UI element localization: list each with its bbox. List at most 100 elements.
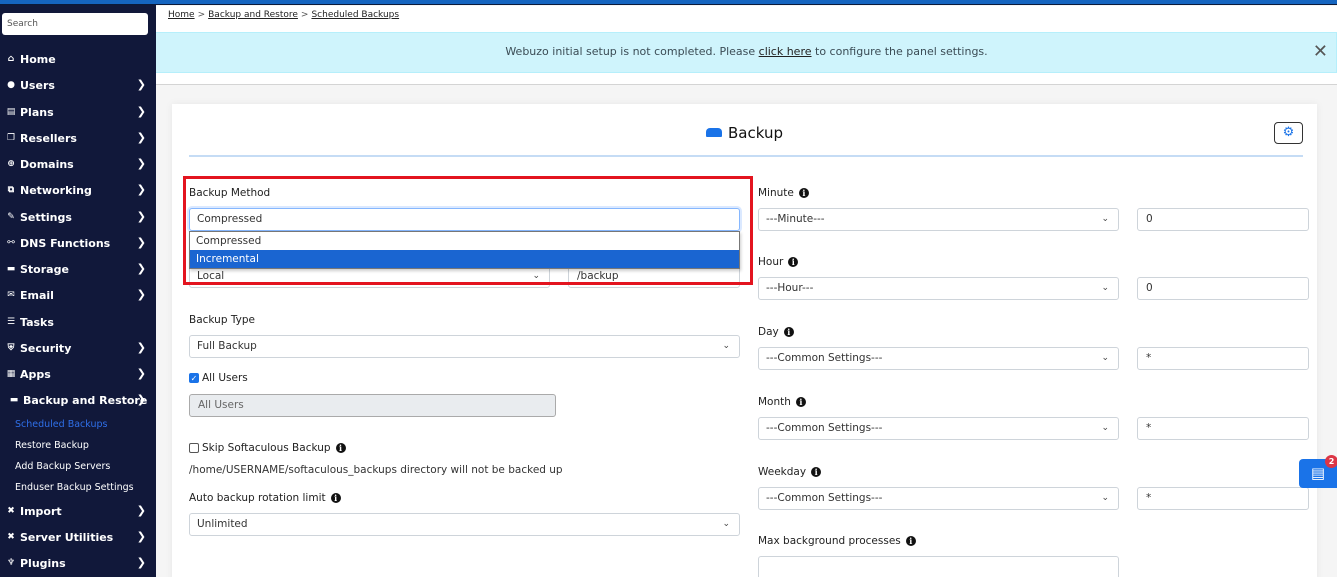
sidebar-item-backup-and-restore[interactable]: ▬ Backup and Restore ❯ — [0, 389, 156, 411]
weekday-input[interactable]: * — [1137, 487, 1309, 510]
day-select[interactable]: ---Common Settings--- ⌄ — [758, 347, 1119, 370]
chevron-right-icon: ❯ — [136, 288, 146, 301]
day-label: Day i — [758, 326, 794, 338]
weekday-label: Weekday i — [758, 466, 822, 478]
backup-method-select[interactable]: Compressed — [189, 208, 740, 231]
chevron-right-icon: ❯ — [136, 78, 146, 91]
sidebar-search-input[interactable] — [2, 13, 148, 35]
sidebar-item-import[interactable]: ✖ Import ❯ — [0, 500, 156, 522]
weekday-text: Weekday — [758, 466, 807, 478]
max-bg-processes-input[interactable] — [758, 556, 1119, 577]
rotation-limit-select[interactable]: Unlimited ⌄ — [189, 513, 740, 536]
breadcrumb-backup-and-restore[interactable]: Backup and Restore — [208, 10, 298, 20]
hour-input[interactable]: 0 — [1137, 277, 1309, 300]
weekday-input-value: * — [1146, 492, 1152, 504]
info-icon[interactable]: i — [795, 397, 806, 407]
sidebar-subitem-enduser-backup-settings[interactable]: Enduser Backup Settings — [15, 482, 134, 493]
info-icon[interactable]: i — [905, 536, 916, 546]
sidebar-subitem-scheduled-backups[interactable]: Scheduled Backups — [15, 419, 107, 430]
breadcrumb-home[interactable]: Home — [168, 10, 195, 20]
close-icon[interactable]: ✕ — [1313, 43, 1328, 61]
day-select-value: ---Common Settings--- — [766, 352, 883, 364]
info-icon[interactable]: i — [788, 257, 799, 267]
dropdown-option-compressed[interactable]: Compressed — [190, 232, 739, 250]
backup-type-label: Backup Type — [189, 314, 255, 326]
minute-input-value: 0 — [1146, 213, 1153, 225]
chevron-down-icon: ⌄ — [722, 519, 730, 529]
spacer-band — [156, 73, 1337, 85]
month-select[interactable]: ---Common Settings--- ⌄ — [758, 417, 1119, 440]
sidebar-item-server-utilities[interactable]: ✖ Server Utilities ❯ — [0, 526, 156, 548]
notification-badge: 2 — [1325, 455, 1337, 468]
info-icon[interactable]: i — [798, 188, 809, 198]
chevron-down-icon: ⌄ — [532, 271, 540, 281]
sidebar-item-security[interactable]: ⛨ Security ❯ — [0, 337, 156, 359]
all-users-field: All Users — [189, 394, 556, 417]
hour-select[interactable]: ---Hour--- ⌄ — [758, 277, 1119, 300]
sidebar-item-plans[interactable]: ▤ Plans ❯ — [0, 101, 156, 123]
sidebar-item-label: Settings — [20, 210, 72, 224]
all-users-field-value: All Users — [198, 399, 244, 411]
sidebar-item-settings[interactable]: ✎ Settings ❯ — [0, 206, 156, 228]
setup-alert: Webuzo initial setup is not completed. P… — [156, 32, 1337, 73]
breadcrumb: Home > Backup and Restore > Scheduled Backup… — [168, 10, 399, 20]
breadcrumb-scheduled-backups[interactable]: Scheduled Backups — [311, 10, 399, 20]
breadcrumb-separator: > — [197, 10, 206, 20]
sidebar-item-label: Backup and Restore — [23, 393, 148, 407]
hour-label: Hour i — [758, 256, 799, 268]
sidebar-item-label: Networking — [20, 183, 92, 197]
sidebar-item-tasks[interactable]: ☰ Tasks — [0, 311, 156, 333]
settings-button[interactable]: ⚙ — [1274, 122, 1303, 144]
hdd-icon: ▬ — [9, 395, 19, 405]
sidebar-item-resellers[interactable]: ❐ Resellers ❯ — [0, 127, 156, 149]
chevron-right-icon: ❯ — [136, 210, 146, 223]
sidebar-item-home[interactable]: ⌂ Home — [0, 48, 156, 70]
backup-type-value: Full Backup — [197, 340, 257, 352]
breadcrumb-bar: Home > Backup and Restore > Scheduled Backup… — [156, 6, 1337, 32]
backup-method-value: Compressed — [197, 213, 263, 225]
info-icon[interactable]: i — [811, 467, 822, 477]
chevron-right-icon: ❯ — [136, 236, 146, 249]
chevron-right-icon: ❯ — [136, 367, 146, 380]
top-accent-bar — [0, 0, 1337, 5]
all-users-checkbox[interactable]: ✓ — [189, 373, 199, 383]
info-icon[interactable]: i — [783, 327, 794, 337]
sidebar-item-label: Apps — [20, 367, 51, 381]
day-input[interactable]: * — [1137, 347, 1309, 370]
weekday-select[interactable]: ---Common Settings--- ⌄ — [758, 487, 1119, 510]
alert-click-here-link[interactable]: click here — [759, 45, 812, 58]
sidebar-subitem-restore-backup[interactable]: Restore Backup — [15, 440, 89, 451]
hour-select-value: ---Hour--- — [766, 282, 814, 294]
backup-method-label: Backup Method — [189, 187, 271, 199]
chevron-right-icon: ❯ — [136, 556, 146, 569]
sidebar: ⌂ Home ● Users ❯ ▤ Plans ❯ ❐ Resellers ❯ ⊕ Domai… — [0, 5, 156, 577]
minute-input[interactable]: 0 — [1137, 208, 1309, 231]
page-title-text: Backup — [728, 124, 783, 142]
hour-input-value: 0 — [1146, 282, 1153, 294]
backup-type-select[interactable]: Full Backup ⌄ — [189, 335, 740, 358]
sidebar-item-storage[interactable]: ▬ Storage ❯ — [0, 258, 156, 280]
sidebar-item-email[interactable]: ✉ Email ❯ — [0, 284, 156, 306]
skip-softaculous-label: Skip Softaculous Backup i — [202, 442, 346, 454]
minute-text: Minute — [758, 187, 794, 199]
minute-select[interactable]: ---Minute--- ⌄ — [758, 208, 1119, 231]
sidebar-item-networking[interactable]: ⧉ Networking ❯ — [0, 179, 156, 201]
sidebar-item-dns-functions[interactable]: ⚯ DNS Functions ❯ — [0, 232, 156, 254]
alert-message: Webuzo initial setup is not completed. P… — [156, 45, 1337, 58]
info-icon[interactable]: i — [335, 443, 346, 453]
chevron-right-icon: ❯ — [136, 183, 146, 196]
skip-softaculous-checkbox[interactable] — [189, 443, 199, 453]
info-icon[interactable]: i — [330, 493, 341, 503]
minute-label: Minute i — [758, 187, 809, 199]
alert-text-after: to configure the panel settings. — [811, 45, 988, 58]
sidebar-item-users[interactable]: ● Users ❯ — [0, 74, 156, 96]
dropdown-option-incremental[interactable]: Incremental — [190, 250, 739, 268]
chevron-right-icon: ❯ — [136, 131, 146, 144]
sidebar-item-apps[interactable]: ▦ Apps ❯ — [0, 363, 156, 385]
tools-icon: ✖ — [7, 506, 15, 516]
sidebar-item-domains[interactable]: ⊕ Domains ❯ — [0, 153, 156, 175]
month-input[interactable]: * — [1137, 417, 1309, 440]
sidebar-item-plugins[interactable]: ♆ Plugins ❯ — [0, 552, 156, 574]
sidebar-subitem-add-backup-servers[interactable]: Add Backup Servers — [15, 461, 110, 472]
sidebar-item-label: Plans — [20, 105, 54, 119]
